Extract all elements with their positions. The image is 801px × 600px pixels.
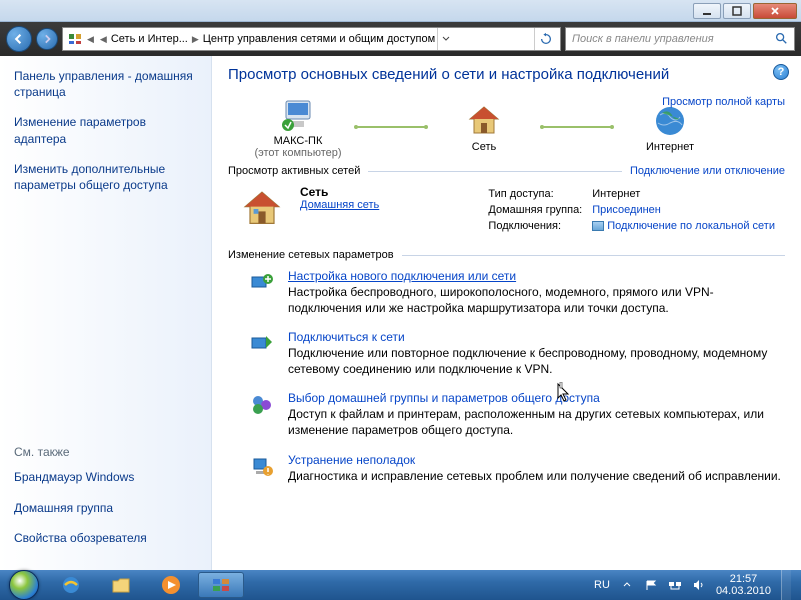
new-connection-icon [248, 269, 276, 297]
network-line [356, 126, 426, 128]
house-icon [464, 101, 504, 141]
section-change-label: Изменение сетевых параметров [228, 249, 394, 261]
sidebar: Панель управления - домашняя страница Из… [0, 56, 212, 570]
taskbar-control-panel[interactable] [198, 572, 244, 598]
option-homegroup-desc: Доступ к файлам и принтерам, расположенн… [288, 407, 785, 438]
node-pc-label: МАКС-ПК [274, 135, 323, 147]
clock-time: 21:57 [716, 573, 771, 585]
taskbar-wmp[interactable] [148, 572, 194, 598]
sidebar-also-firewall[interactable]: Брандмауэр Windows [14, 469, 201, 485]
tray-network-icon[interactable] [668, 578, 682, 592]
navigation-bar: ◀ ◀ Сеть и Интер... ▶ Центр управления с… [0, 22, 801, 56]
control-panel-icon [67, 31, 83, 47]
chevron-left-icon: ◀ [87, 34, 94, 45]
option-homegroup[interactable]: Выбор домашней группы и параметров общег… [248, 391, 785, 438]
option-troubleshoot[interactable]: Устранение неполадок Диагностика и испра… [248, 453, 785, 485]
option-connect-link[interactable]: Подключиться к сети [288, 330, 405, 344]
sidebar-home-link[interactable]: Панель управления - домашняя страница [14, 68, 201, 100]
option-troubleshoot-desc: Диагностика и исправление сетевых пробле… [288, 469, 781, 485]
chevron-left-icon: ◀ [100, 34, 107, 45]
forward-button[interactable] [36, 28, 58, 50]
search-icon [774, 31, 788, 48]
sidebar-also-internet-options[interactable]: Свойства обозревателя [14, 530, 201, 546]
chevron-right-icon: ▶ [192, 34, 199, 45]
option-new-connection-link[interactable]: Настройка нового подключения или сети [288, 269, 516, 283]
network-node-internet[interactable]: Интернет [620, 101, 720, 153]
lan-icon [592, 221, 604, 231]
show-desktop-button[interactable] [781, 570, 791, 600]
tray-clock[interactable]: 21:57 04.03.2010 [716, 573, 771, 597]
breadcrumb-dropdown[interactable] [437, 28, 453, 50]
network-properties: Тип доступа:Интернет Домашняя группа:При… [486, 185, 785, 235]
taskbar: RU 21:57 04.03.2010 [0, 570, 801, 600]
active-net-name: Сеть [300, 185, 379, 199]
sidebar-see-also: См. также Брандмауэр Windows Домашняя гр… [14, 445, 201, 560]
language-indicator[interactable]: RU [594, 579, 610, 591]
tray-flag-icon[interactable] [644, 578, 658, 592]
network-node-net[interactable]: Сеть [434, 101, 534, 153]
node-net-label: Сеть [472, 141, 496, 153]
breadcrumb-seg-1[interactable]: Сеть и Интер... [111, 33, 188, 45]
connect-icon [248, 330, 276, 358]
computer-icon [278, 95, 318, 135]
window-titlebar [0, 0, 801, 22]
minimize-button[interactable] [693, 3, 721, 19]
taskbar-explorer[interactable] [98, 572, 144, 598]
see-also-title: См. также [14, 445, 201, 459]
page-title: Просмотр основных сведений о сети и наст… [228, 66, 785, 83]
breadcrumb[interactable]: ◀ ◀ Сеть и Интер... ▶ Центр управления с… [62, 27, 561, 51]
network-node-pc[interactable]: МАКС-ПК (этот компьютер) [248, 95, 348, 159]
tray-volume-icon[interactable] [692, 578, 706, 592]
search-input[interactable]: Поиск в панели управления [565, 27, 795, 51]
house-icon [238, 185, 286, 233]
refresh-button[interactable] [534, 28, 556, 50]
option-homegroup-link[interactable]: Выбор домашней группы и параметров общег… [288, 391, 600, 405]
search-placeholder: Поиск в панели управления [572, 33, 714, 45]
node-pc-sublabel: (этот компьютер) [254, 147, 341, 159]
active-network-block: Сеть Домашняя сеть Тип доступа:Интернет … [238, 185, 785, 235]
homegroup-link[interactable]: Присоединен [592, 204, 661, 216]
close-button[interactable] [753, 3, 797, 19]
system-tray: RU 21:57 04.03.2010 [594, 570, 797, 600]
node-internet-label: Интернет [646, 141, 694, 153]
clock-date: 04.03.2010 [716, 585, 771, 597]
sidebar-item-sharing[interactable]: Изменить дополнительные параметры общего… [14, 161, 201, 193]
option-new-connection-desc: Настройка беспроводного, широкополосного… [288, 285, 785, 316]
sidebar-also-homegroup[interactable]: Домашняя группа [14, 500, 201, 516]
start-button[interactable] [4, 570, 44, 600]
option-new-connection[interactable]: Настройка нового подключения или сети На… [248, 269, 785, 316]
connect-disconnect-link[interactable]: Подключение или отключение [630, 165, 785, 177]
maximize-button[interactable] [723, 3, 751, 19]
full-map-link[interactable]: Просмотр полной карты [662, 96, 785, 108]
section-active-label: Просмотр активных сетей [228, 165, 360, 177]
taskbar-ie[interactable] [48, 572, 94, 598]
option-connect[interactable]: Подключиться к сети Подключение или повт… [248, 330, 785, 377]
troubleshoot-icon [248, 453, 276, 481]
help-icon[interactable]: ? [773, 64, 789, 80]
sidebar-item-adapter[interactable]: Изменение параметров адаптера [14, 114, 201, 146]
option-connect-desc: Подключение или повторное подключение к … [288, 346, 785, 377]
back-button[interactable] [6, 26, 32, 52]
option-troubleshoot-link[interactable]: Устранение неполадок [288, 453, 415, 467]
network-line [542, 126, 612, 128]
lan-connection-link[interactable]: Подключение по локальной сети [607, 220, 775, 232]
main-content: ? Просмотр основных сведений о сети и на… [212, 56, 801, 570]
homegroup-icon [248, 391, 276, 419]
tray-show-hidden-icon[interactable] [620, 578, 634, 592]
active-net-type-link[interactable]: Домашняя сеть [300, 199, 379, 211]
breadcrumb-seg-2[interactable]: Центр управления сетями и общим доступом [203, 33, 435, 45]
